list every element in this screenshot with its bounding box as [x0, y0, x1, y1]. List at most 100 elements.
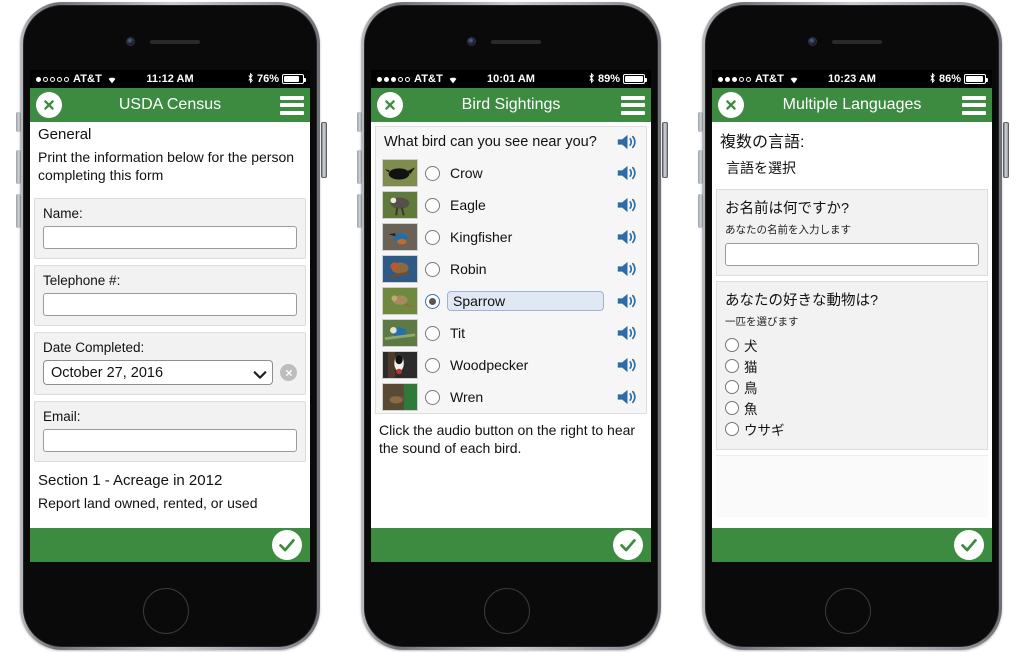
list-item-label: Sparrow: [447, 291, 604, 311]
question-label: What bird can you see near you?: [384, 134, 597, 150]
power-button[interactable]: [321, 122, 327, 178]
list-item[interactable]: Sparrow: [376, 285, 646, 317]
mute-switch[interactable]: [698, 112, 703, 132]
list-item[interactable]: Kingfisher: [376, 221, 646, 253]
radio-animal-1[interactable]: [725, 338, 739, 352]
list-item-label: 鳥: [744, 381, 758, 396]
app-header: Multiple Languages: [712, 88, 992, 122]
checkmark-icon[interactable]: [272, 530, 302, 560]
list-item-label: Woodpecker: [450, 357, 529, 373]
app-header: Bird Sightings: [371, 88, 651, 122]
speaker-icon[interactable]: [615, 291, 639, 311]
home-button[interactable]: [484, 588, 530, 634]
speaker-icon[interactable]: [615, 323, 639, 343]
clock-label: 10:01 AM: [487, 73, 535, 85]
earpiece-speaker: [150, 40, 200, 44]
language-form-content[interactable]: 複数の言語: 言語を選択 お名前は何ですか? あなたの名前を入力します あなたの…: [712, 122, 992, 528]
close-icon[interactable]: [718, 92, 744, 118]
front-camera-icon: [126, 37, 135, 46]
status-bar: AT&T 10:01 AM 89%: [371, 70, 651, 88]
checkmark-icon[interactable]: [954, 530, 984, 560]
hamburger-menu-icon[interactable]: [962, 95, 986, 115]
email-input[interactable]: [43, 429, 297, 452]
volume-down-button[interactable]: [698, 194, 703, 228]
field-date-completed[interactable]: Date Completed: October 27, 2016: [34, 332, 306, 395]
list-item-label: Wren: [450, 389, 484, 405]
field-favorite-animal[interactable]: あなたの好きな動物は? 一匹を選びます 犬 猫 鳥 魚 ウサギ: [716, 281, 988, 450]
speaker-icon[interactable]: [615, 259, 639, 279]
mute-switch[interactable]: [16, 112, 21, 132]
hamburger-menu-icon[interactable]: [621, 95, 645, 115]
speaker-icon[interactable]: [615, 227, 639, 247]
bird-list-content[interactable]: What bird can you see near you? Crow Eag…: [371, 122, 651, 528]
list-item[interactable]: Tit: [376, 317, 646, 349]
speaker-icon[interactable]: [615, 195, 639, 215]
name-input[interactable]: [43, 226, 297, 249]
field-label: Email:: [43, 409, 81, 424]
tit-thumbnail: [382, 319, 418, 347]
field-email[interactable]: Email:: [34, 401, 306, 462]
volume-up-button[interactable]: [698, 150, 703, 184]
power-button[interactable]: [1003, 122, 1009, 178]
volume-down-button[interactable]: [16, 194, 21, 228]
radio-animal-3[interactable]: [725, 380, 739, 394]
radio-woodpecker[interactable]: [425, 357, 440, 373]
front-camera-icon: [467, 37, 476, 46]
radio-animal-4[interactable]: [725, 401, 739, 415]
app-footer: [371, 528, 651, 562]
list-item[interactable]: Woodpecker: [376, 349, 646, 381]
list-item[interactable]: 魚: [725, 398, 979, 418]
volume-up-button[interactable]: [357, 150, 362, 184]
list-item-label: Kingfisher: [450, 229, 513, 245]
list-item[interactable]: 猫: [725, 356, 979, 376]
radio-animal-5[interactable]: [725, 422, 739, 436]
eagle-thumbnail: [382, 191, 418, 219]
hamburger-menu-icon[interactable]: [280, 95, 304, 115]
front-camera-icon: [808, 37, 817, 46]
section-title: General: [38, 126, 92, 143]
telephone-input[interactable]: [43, 293, 297, 316]
speaker-icon[interactable]: [615, 163, 639, 183]
close-icon[interactable]: [36, 92, 62, 118]
speaker-icon[interactable]: [615, 387, 639, 407]
radio-wren[interactable]: [425, 389, 440, 405]
chevron-down-icon: [253, 368, 267, 379]
section-subtitle: 言語を選択: [726, 160, 796, 176]
volume-up-button[interactable]: [16, 150, 21, 184]
list-item[interactable]: Wren: [376, 381, 646, 413]
radio-animal-2[interactable]: [725, 359, 739, 373]
list-item[interactable]: Robin: [376, 253, 646, 285]
clear-date-icon[interactable]: [280, 364, 297, 381]
checkmark-icon[interactable]: [613, 530, 643, 560]
form-content[interactable]: General Print the information below for …: [30, 122, 310, 528]
clock-label: 10:23 AM: [828, 73, 876, 85]
radio-sparrow[interactable]: [425, 293, 440, 309]
speaker-icon[interactable]: [615, 355, 639, 375]
list-item-label: ウサギ: [744, 423, 785, 438]
volume-down-button[interactable]: [357, 194, 362, 228]
field-label: お名前は何ですか?: [725, 201, 850, 217]
field-telephone[interactable]: Telephone #:: [34, 265, 306, 326]
field-name[interactable]: Name:: [34, 198, 306, 259]
mute-switch[interactable]: [357, 112, 362, 132]
radio-tit[interactable]: [425, 325, 440, 341]
radio-robin[interactable]: [425, 261, 440, 277]
radio-eagle[interactable]: [425, 197, 440, 213]
speaker-icon[interactable]: [615, 132, 639, 152]
list-item[interactable]: 犬: [725, 335, 979, 355]
list-item[interactable]: Crow: [376, 157, 646, 189]
robin-thumbnail: [382, 255, 418, 283]
name-input[interactable]: [725, 243, 979, 266]
radio-kingfisher[interactable]: [425, 229, 440, 245]
list-item[interactable]: Eagle: [376, 189, 646, 221]
close-icon[interactable]: [377, 92, 403, 118]
power-button[interactable]: [662, 122, 668, 178]
field-name-japanese[interactable]: お名前は何ですか? あなたの名前を入力します: [716, 189, 988, 276]
list-item[interactable]: 鳥: [725, 377, 979, 397]
home-button[interactable]: [143, 588, 189, 634]
radio-crow[interactable]: [425, 165, 440, 181]
list-item[interactable]: ウサギ: [725, 419, 979, 439]
date-completed-select[interactable]: October 27, 2016: [43, 360, 273, 385]
phone-bird-sightings: AT&T 10:01 AM 89% Bird Sightings What bi…: [349, 0, 675, 652]
home-button[interactable]: [825, 588, 871, 634]
